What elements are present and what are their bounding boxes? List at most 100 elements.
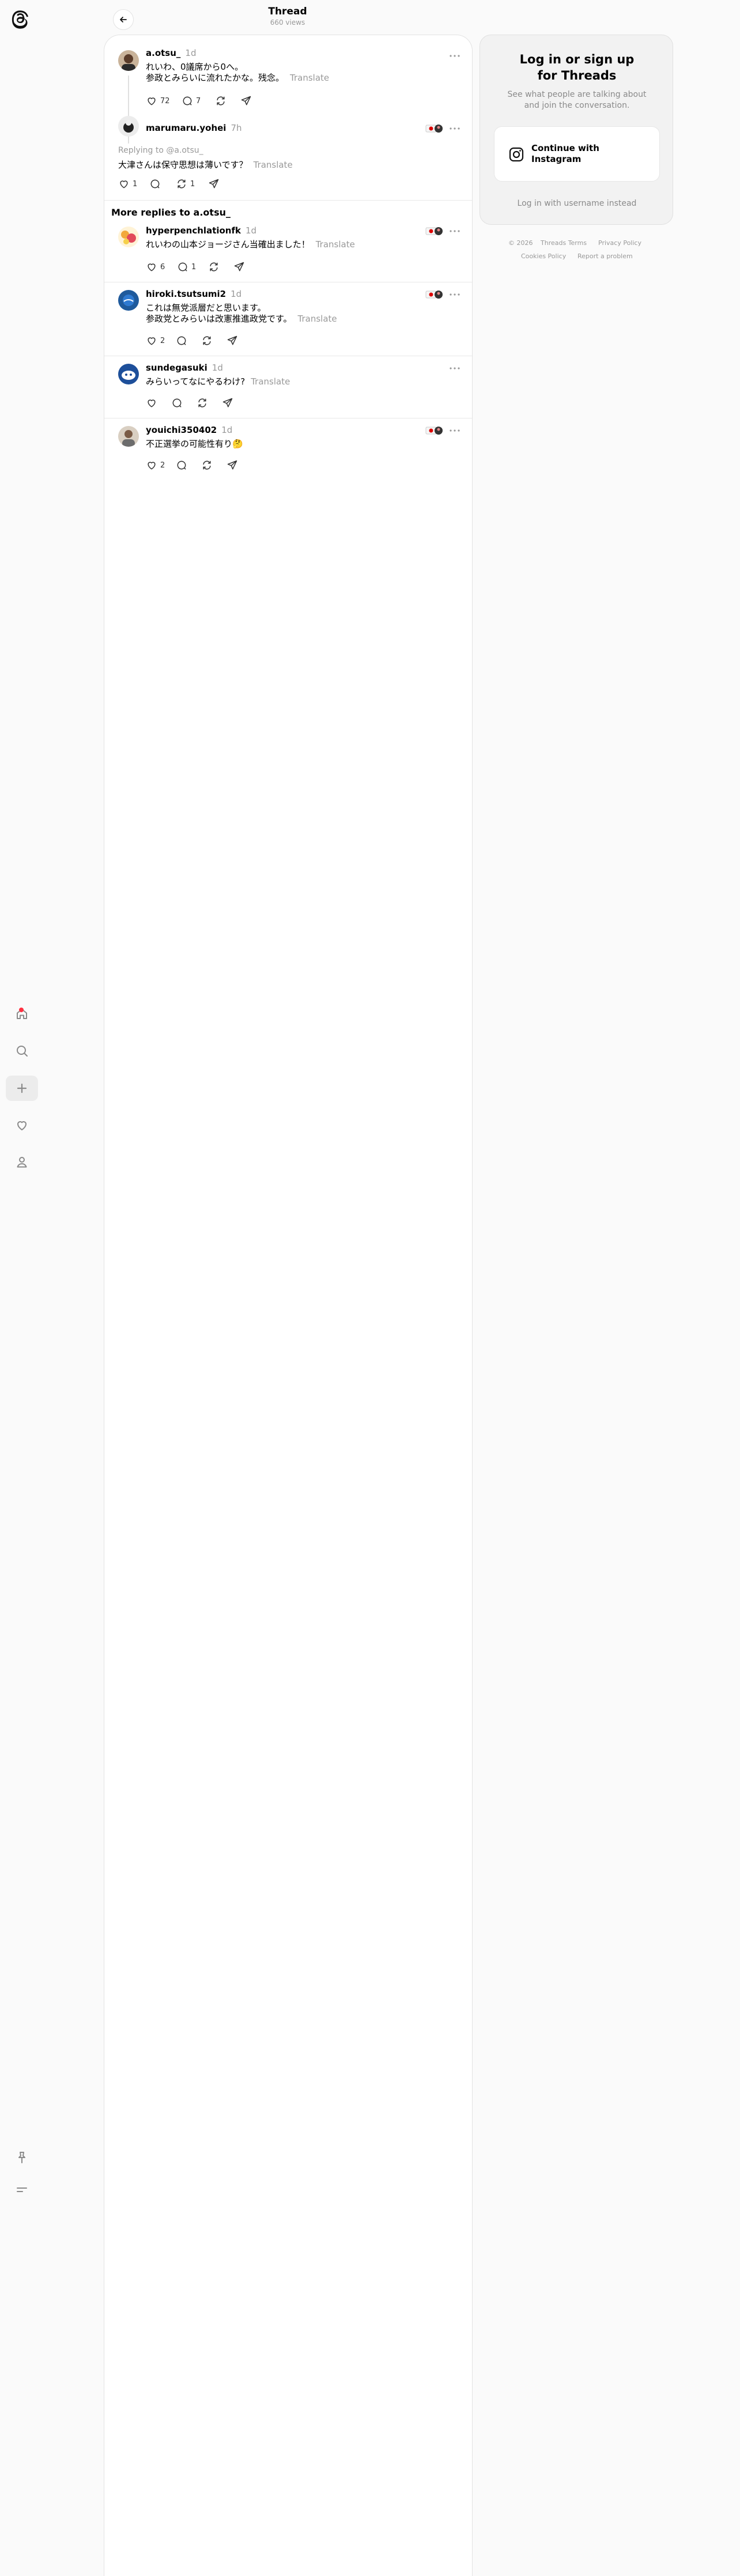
like-button[interactable]: 72: [146, 95, 170, 107]
login-username-link[interactable]: Log in with username instead: [480, 199, 674, 208]
like-count: 6: [160, 262, 165, 271]
like-button[interactable]: 2: [146, 335, 165, 346]
heart-icon: [118, 178, 130, 190]
repost-icon: [197, 397, 208, 409]
flag-badge-icon: [425, 123, 443, 134]
create-icon: [15, 1081, 29, 1095]
translate-link[interactable]: Translate: [290, 73, 329, 83]
repost-button[interactable]: [201, 335, 213, 346]
post-text: れいわの山本ジョージさん当確出ました！ Translate: [146, 239, 355, 250]
view-count: 660 views: [270, 18, 305, 27]
nav-search[interactable]: [6, 1038, 38, 1063]
repost-button[interactable]: [208, 261, 220, 273]
post-text: 大津さんは保守思想は薄いです？ Translate: [118, 159, 293, 171]
reply-author[interactable]: youichi350402 1d: [146, 425, 232, 435]
comment-icon: [177, 261, 188, 273]
login-card: Log in or sign up for Threads See what p…: [480, 35, 673, 225]
post-text: みらいってなにやるわけ? Translate: [146, 376, 290, 387]
reply-author[interactable]: hyperpenchlationfk 1d: [146, 225, 256, 236]
footer-terms-link[interactable]: Threads Terms: [541, 239, 587, 247]
post-time: 1d: [246, 225, 257, 236]
username[interactable]: marumaru.yohei: [146, 123, 226, 133]
comment-icon: [171, 397, 183, 409]
like-count: 2: [160, 336, 165, 345]
share-button[interactable]: [226, 335, 238, 346]
reply-author[interactable]: marumaru.yohei 7h: [146, 123, 242, 133]
nav-menu[interactable]: [6, 2177, 38, 2202]
username[interactable]: hyperpenchlationfk: [146, 225, 241, 236]
profile-icon: [15, 1155, 29, 1169]
like-count: 72: [160, 96, 170, 105]
like-button[interactable]: [146, 397, 157, 409]
share-button[interactable]: [233, 261, 245, 273]
repost-button[interactable]: [201, 459, 213, 471]
like-button[interactable]: 2: [146, 459, 165, 471]
footer-cookies-link[interactable]: Cookies Policy: [521, 252, 566, 260]
comment-icon: [149, 178, 161, 190]
continue-with-instagram-button[interactable]: Continue with Instagram: [494, 126, 660, 182]
like-button[interactable]: 1: [118, 178, 137, 190]
heart-icon: [146, 335, 157, 346]
share-button[interactable]: [208, 178, 220, 190]
translate-link[interactable]: Translate: [251, 376, 290, 387]
divider: [104, 200, 472, 201]
avatar[interactable]: [118, 426, 139, 447]
share-button[interactable]: [226, 459, 238, 471]
more-icon: [448, 364, 462, 373]
repost-button[interactable]: 1: [176, 178, 195, 190]
share-icon: [222, 397, 233, 409]
username[interactable]: hiroki.tsutsumi2: [146, 289, 226, 299]
username[interactable]: a.otsu_: [146, 48, 180, 58]
share-icon: [226, 335, 238, 346]
replying-to-label[interactable]: Replying to @a.otsu_: [118, 146, 203, 155]
translate-link[interactable]: Translate: [298, 314, 337, 324]
comment-button[interactable]: [149, 178, 161, 190]
nav-activity[interactable]: [6, 1112, 38, 1138]
thread-feed: a.otsu_ 1d れいわ、0議席から0へ。 参政とみらいに流れたかな。残念。 T…: [104, 35, 473, 2576]
username[interactable]: youichi350402: [146, 425, 217, 435]
comment-button[interactable]: [171, 397, 183, 409]
nav-pin[interactable]: [6, 2145, 38, 2170]
login-title: Log in or sign up for Threads: [519, 52, 635, 82]
reply-author[interactable]: sundegasuki 1d: [146, 363, 223, 373]
avatar[interactable]: [118, 50, 139, 71]
comment-button[interactable]: 7: [182, 95, 201, 107]
footer-privacy-link[interactable]: Privacy Policy: [598, 239, 641, 247]
like-count: 1: [133, 179, 138, 188]
post-author[interactable]: a.otsu_ 1d: [146, 48, 196, 58]
share-button[interactable]: [222, 397, 233, 409]
more-options-button[interactable]: [448, 51, 462, 61]
threads-logo-icon[interactable]: [10, 8, 31, 29]
translate-link[interactable]: Translate: [316, 239, 355, 250]
more-options-button[interactable]: [448, 364, 462, 373]
nav-profile[interactable]: [6, 1149, 38, 1175]
post-body: これは無党派層だと思います。 参政党とみらいは改憲推進政党です。: [146, 303, 292, 324]
back-button[interactable]: [113, 9, 134, 30]
username[interactable]: sundegasuki: [146, 363, 207, 373]
heart-icon: [146, 397, 157, 409]
comment-button[interactable]: 1: [177, 261, 196, 273]
more-options-button[interactable]: [448, 290, 462, 299]
flag-badge-icon: [425, 289, 443, 300]
notification-dot: [19, 1008, 24, 1012]
comment-button[interactable]: [176, 335, 187, 346]
comment-button[interactable]: [176, 459, 187, 471]
avatar[interactable]: [118, 227, 139, 247]
post-body: 大津さんは保守思想は薄いです？: [118, 160, 248, 170]
more-options-button[interactable]: [448, 124, 462, 133]
avatar[interactable]: [118, 116, 139, 137]
translate-link[interactable]: Translate: [254, 160, 293, 170]
share-button[interactable]: [240, 95, 252, 107]
nav-home[interactable]: [6, 1001, 38, 1027]
footer-report-link[interactable]: Report a problem: [577, 252, 633, 260]
repost-icon: [201, 459, 213, 471]
avatar[interactable]: [118, 290, 139, 311]
avatar[interactable]: [118, 364, 139, 384]
reply-author[interactable]: hiroki.tsutsumi2 1d: [146, 289, 241, 299]
more-options-button[interactable]: [448, 227, 462, 236]
repost-button[interactable]: [197, 397, 208, 409]
like-button[interactable]: 6: [146, 261, 165, 273]
more-options-button[interactable]: [448, 426, 462, 435]
repost-button[interactable]: [215, 95, 226, 107]
nav-create[interactable]: [6, 1076, 38, 1101]
